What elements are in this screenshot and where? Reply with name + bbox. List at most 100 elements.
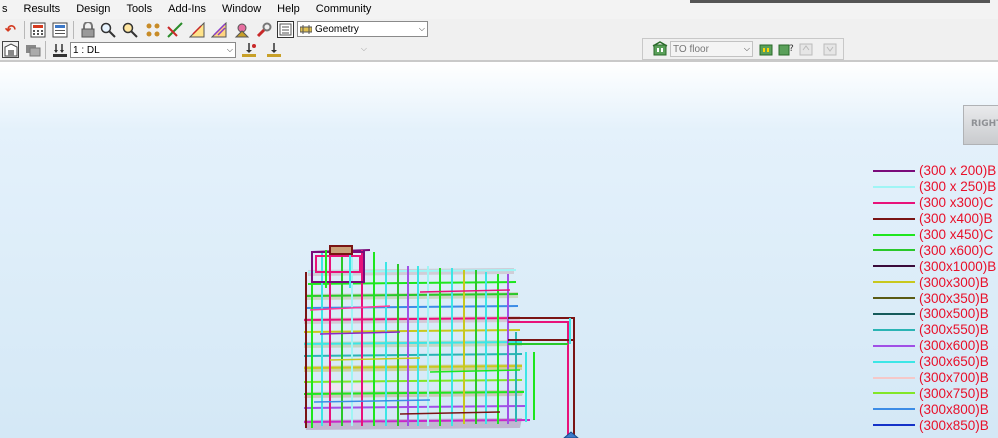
legend-label: (300x800)B <box>919 401 989 417</box>
legend-label: (300x500)B <box>919 306 989 322</box>
calculator-icon[interactable] <box>29 21 46 38</box>
members-icon[interactable] <box>166 21 183 38</box>
floor-icon[interactable] <box>651 40 668 57</box>
menu-add-ins[interactable]: Add-Ins <box>160 0 214 19</box>
load-case-value: 1 : DL <box>73 44 100 56</box>
secondary-selector[interactable]: ⌵ <box>289 42 369 58</box>
legend-item: (300 x400)B <box>873 211 998 227</box>
layers-icon[interactable] <box>24 41 41 58</box>
structure-type-value: Geometry <box>315 23 359 35</box>
legend-swatch <box>873 217 915 220</box>
display-icon[interactable] <box>277 21 294 38</box>
legend-item: (300x800)B <box>873 401 998 417</box>
legend-swatch <box>873 201 915 204</box>
model-support <box>563 431 579 438</box>
legend-item: (300x650)B <box>873 354 998 370</box>
legend-swatch <box>873 408 915 411</box>
legend-label: (300x650)B <box>919 354 989 370</box>
legend-item: (300x550)B <box>873 322 998 338</box>
menu-results[interactable]: Results <box>16 0 69 19</box>
load-case-selector[interactable]: 1 : DL ⌵ <box>70 42 236 58</box>
legend-item: (300x300)B <box>873 274 998 290</box>
legend-label: (300 x300)C <box>919 195 994 211</box>
view-icon[interactable] <box>2 41 19 58</box>
legend-label: (300 x450)C <box>919 227 994 242</box>
supports-icon[interactable] <box>233 21 250 38</box>
svg-text:?: ? <box>789 44 794 54</box>
legend-swatch <box>873 265 915 268</box>
calculator-results-icon[interactable] <box>51 21 68 38</box>
floor-toolbar: TO floor ⌵ ? <box>642 38 844 60</box>
toolbar-main: ↶ Geometry ⌵ <box>0 19 998 40</box>
structural-model[interactable] <box>290 222 590 438</box>
floor-up-icon[interactable] <box>797 40 814 57</box>
tools-icon[interactable] <box>255 21 272 38</box>
structure-type-icon <box>299 24 313 34</box>
legend-item: (300x500)B <box>873 306 998 322</box>
lock-icon[interactable] <box>79 21 96 38</box>
floor-next-icon[interactable] <box>757 40 774 57</box>
toolbar-separator <box>45 41 46 59</box>
legend-item: (300x700)B <box>873 370 998 386</box>
legend-item: (300 x 250)B <box>873 179 998 195</box>
toolbar-separator <box>73 21 74 39</box>
legend-swatch <box>873 424 915 427</box>
legend-swatch <box>873 233 915 236</box>
zoom-all-icon[interactable] <box>121 21 138 38</box>
legend-swatch <box>873 360 915 363</box>
legend-label: (300 x 200)B <box>919 163 997 179</box>
load-definition-icon[interactable] <box>265 41 282 58</box>
legend-label: (300x300)B <box>919 274 989 290</box>
load-case-icon[interactable] <box>51 41 68 58</box>
legend-label: (300x600)B <box>919 338 989 354</box>
section-icon[interactable] <box>210 21 227 38</box>
load-next-icon[interactable] <box>240 41 257 58</box>
legend-swatch <box>873 328 915 331</box>
section-legend: (300 x 200)B (300 x 250)B (300 x300)C (300 … <box>873 163 998 433</box>
legend-item: (300 x450)C <box>873 227 998 243</box>
view-cube[interactable]: RIGHT <box>963 97 998 149</box>
legend-swatch <box>873 185 915 188</box>
toolbar-separator <box>24 21 25 39</box>
legend-item: (300x1000)B <box>873 258 998 274</box>
menu-community[interactable]: Community <box>308 0 380 19</box>
legend-swatch <box>873 249 915 252</box>
dimension-icon[interactable] <box>188 21 205 38</box>
legend-item: (300x750)B <box>873 385 998 401</box>
legend-item: (300x350)B <box>873 290 998 306</box>
zoom-window-icon[interactable] <box>99 21 116 38</box>
legend-item: (300 x600)C <box>873 242 998 258</box>
nodes-icon[interactable] <box>144 21 161 38</box>
legend-item: (300x600)B <box>873 338 998 354</box>
legend-swatch <box>873 376 915 379</box>
legend-label: (300x750)B <box>919 385 989 401</box>
floor-down-icon[interactable] <box>821 40 838 57</box>
floor-selector-value: TO floor <box>673 43 709 55</box>
view-cube-label: RIGHT <box>971 119 998 129</box>
legend-label: (300x700)B <box>919 370 989 386</box>
legend-item: (300x850)B <box>873 417 998 433</box>
legend-swatch <box>873 281 915 284</box>
menu-tools[interactable]: Tools <box>118 0 160 19</box>
menu-design[interactable]: Design <box>68 0 118 19</box>
floor-help-icon[interactable]: ? <box>777 40 794 57</box>
legend-label: (300x850)B <box>919 417 989 433</box>
chevron-down-icon: ⌵ <box>360 44 367 53</box>
chevron-down-icon: ⌵ <box>226 45 233 54</box>
legend-item: (300 x300)C <box>873 195 998 211</box>
menu-partial[interactable]: s <box>0 0 16 19</box>
legend-swatch <box>873 297 915 300</box>
menu-window[interactable]: Window <box>214 0 269 19</box>
chevron-down-icon: ⌵ <box>743 44 750 53</box>
model-viewport[interactable]: RIGHT (300 x 200)B(300 x 250)B(300 x300)… <box>0 62 998 438</box>
legend-label: (300x1000)B <box>919 258 997 274</box>
structure-type-selector[interactable]: Geometry ⌵ <box>297 21 428 37</box>
legend-swatch <box>873 392 915 395</box>
chevron-down-icon: ⌵ <box>418 24 425 33</box>
legend-label: (300 x600)C <box>919 242 994 258</box>
legend-swatch <box>873 169 915 172</box>
legend-label: (300x550)B <box>919 322 989 338</box>
undo-icon[interactable]: ↶ <box>2 21 19 38</box>
floor-selector[interactable]: TO floor ⌵ <box>670 41 753 57</box>
menu-help[interactable]: Help <box>269 0 308 19</box>
